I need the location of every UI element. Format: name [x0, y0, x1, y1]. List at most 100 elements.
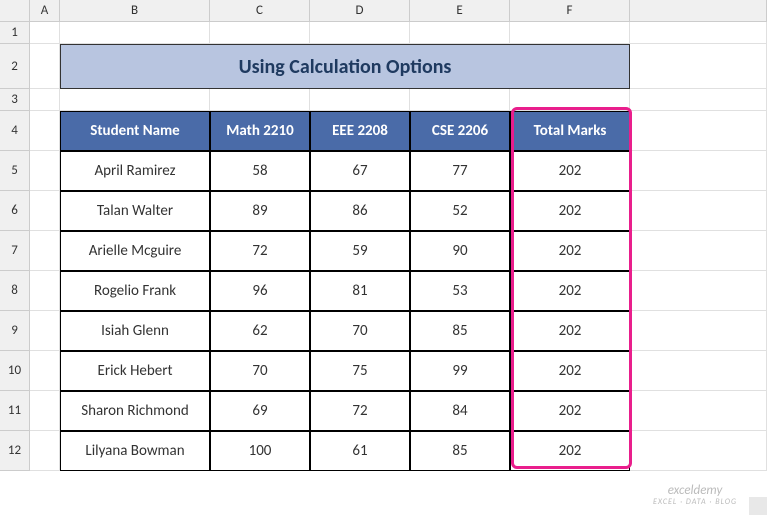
table-cell-name[interactable]: Lilyana Bowman [60, 431, 210, 471]
cell-blank-5[interactable] [630, 151, 767, 191]
cell-empty[interactable] [410, 89, 510, 111]
col-header-blank[interactable] [0, 0, 30, 22]
table-cell-math[interactable]: 100 [210, 431, 310, 471]
table-cell-eee[interactable]: 61 [310, 431, 410, 471]
cell-empty[interactable] [630, 89, 767, 111]
cell-empty[interactable] [630, 22, 767, 44]
row-header-11[interactable]: 11 [0, 391, 30, 431]
cell-empty[interactable] [30, 89, 60, 111]
col-header-blank[interactable] [630, 0, 767, 22]
row-header-9[interactable]: 9 [0, 311, 30, 351]
cell-blank-9[interactable] [630, 311, 767, 351]
cell-A7[interactable] [30, 231, 60, 271]
watermark-line2: EXCEL · DATA · BLOG [653, 498, 737, 507]
table-cell-eee[interactable]: 70 [310, 311, 410, 351]
cell-empty[interactable] [60, 22, 210, 44]
table-header-4[interactable]: Total Marks [510, 111, 630, 151]
col-header-C[interactable]: C [210, 0, 310, 22]
table-cell-name[interactable]: Rogelio Frank [60, 271, 210, 311]
cell-A10[interactable] [30, 351, 60, 391]
cell-empty[interactable] [210, 89, 310, 111]
table-cell-total[interactable]: 202 [510, 231, 630, 271]
table-cell-math[interactable]: 58 [210, 151, 310, 191]
cell-A6[interactable] [30, 191, 60, 231]
cell-blank-8[interactable] [630, 271, 767, 311]
cell-empty[interactable] [30, 22, 60, 44]
table-cell-name[interactable]: Sharon Richmond [60, 391, 210, 431]
table-cell-name[interactable]: Erick Hebert [60, 351, 210, 391]
table-cell-cse[interactable]: 52 [410, 191, 510, 231]
cell-blank-7[interactable] [630, 231, 767, 271]
cell-blank-11[interactable] [630, 391, 767, 431]
cell-A11[interactable] [30, 391, 60, 431]
cell-blank-10[interactable] [630, 351, 767, 391]
cell-empty[interactable] [310, 89, 410, 111]
row-header-5[interactable]: 5 [0, 151, 30, 191]
row-header-1[interactable]: 1 [0, 22, 30, 44]
table-header-3[interactable]: CSE 2206 [410, 111, 510, 151]
col-header-F[interactable]: F [510, 0, 630, 22]
row-header-7[interactable]: 7 [0, 231, 30, 271]
table-cell-total[interactable]: 202 [510, 391, 630, 431]
cell-blank-2[interactable] [630, 44, 767, 89]
table-cell-cse[interactable]: 53 [410, 271, 510, 311]
table-cell-cse[interactable]: 85 [410, 431, 510, 471]
table-cell-total[interactable]: 202 [510, 431, 630, 471]
table-cell-math[interactable]: 96 [210, 271, 310, 311]
table-cell-math[interactable]: 69 [210, 391, 310, 431]
cell-A8[interactable] [30, 271, 60, 311]
row-header-8[interactable]: 8 [0, 271, 30, 311]
table-cell-eee[interactable]: 75 [310, 351, 410, 391]
cell-empty[interactable] [510, 22, 630, 44]
cell-A9[interactable] [30, 311, 60, 351]
table-cell-total[interactable]: 202 [510, 311, 630, 351]
table-cell-total[interactable]: 202 [510, 191, 630, 231]
table-cell-name[interactable]: April Ramirez [60, 151, 210, 191]
cell-blank-4[interactable] [630, 111, 767, 151]
row-header-4[interactable]: 4 [0, 111, 30, 151]
cell-empty[interactable] [60, 89, 210, 111]
row-header-12[interactable]: 12 [0, 431, 30, 471]
table-cell-eee[interactable]: 67 [310, 151, 410, 191]
table-cell-name[interactable]: Isiah Glenn [60, 311, 210, 351]
table-cell-math[interactable]: 89 [210, 191, 310, 231]
cell-empty[interactable] [210, 22, 310, 44]
row-header-6[interactable]: 6 [0, 191, 30, 231]
row-header-10[interactable]: 10 [0, 351, 30, 391]
table-header-1[interactable]: Math 2210 [210, 111, 310, 151]
row-header-3[interactable]: 3 [0, 89, 30, 111]
table-cell-cse[interactable]: 84 [410, 391, 510, 431]
table-header-0[interactable]: Student Name [60, 111, 210, 151]
table-cell-eee[interactable]: 59 [310, 231, 410, 271]
cell-blank-12[interactable] [630, 431, 767, 471]
table-cell-cse[interactable]: 99 [410, 351, 510, 391]
table-cell-math[interactable]: 70 [210, 351, 310, 391]
cell-A12[interactable] [30, 431, 60, 471]
col-header-B[interactable]: B [60, 0, 210, 22]
table-cell-total[interactable]: 202 [510, 151, 630, 191]
table-cell-total[interactable]: 202 [510, 351, 630, 391]
col-header-A[interactable]: A [30, 0, 60, 22]
table-cell-eee[interactable]: 86 [310, 191, 410, 231]
cell-empty[interactable] [410, 22, 510, 44]
cell-empty[interactable] [510, 89, 630, 111]
cell-A5[interactable] [30, 151, 60, 191]
cell-A4[interactable] [30, 111, 60, 151]
table-cell-eee[interactable]: 81 [310, 271, 410, 311]
table-cell-math[interactable]: 72 [210, 231, 310, 271]
table-cell-math[interactable]: 62 [210, 311, 310, 351]
table-cell-name[interactable]: Talan Walter [60, 191, 210, 231]
cell-empty[interactable] [310, 22, 410, 44]
table-cell-name[interactable]: Arielle Mcguire [60, 231, 210, 271]
table-cell-cse[interactable]: 77 [410, 151, 510, 191]
row-header-2[interactable]: 2 [0, 44, 30, 89]
table-header-2[interactable]: EEE 2208 [310, 111, 410, 151]
table-cell-cse[interactable]: 90 [410, 231, 510, 271]
table-cell-cse[interactable]: 85 [410, 311, 510, 351]
col-header-E[interactable]: E [410, 0, 510, 22]
col-header-D[interactable]: D [310, 0, 410, 22]
table-cell-eee[interactable]: 72 [310, 391, 410, 431]
cell-blank-6[interactable] [630, 191, 767, 231]
cell-A2[interactable] [30, 44, 60, 89]
table-cell-total[interactable]: 202 [510, 271, 630, 311]
